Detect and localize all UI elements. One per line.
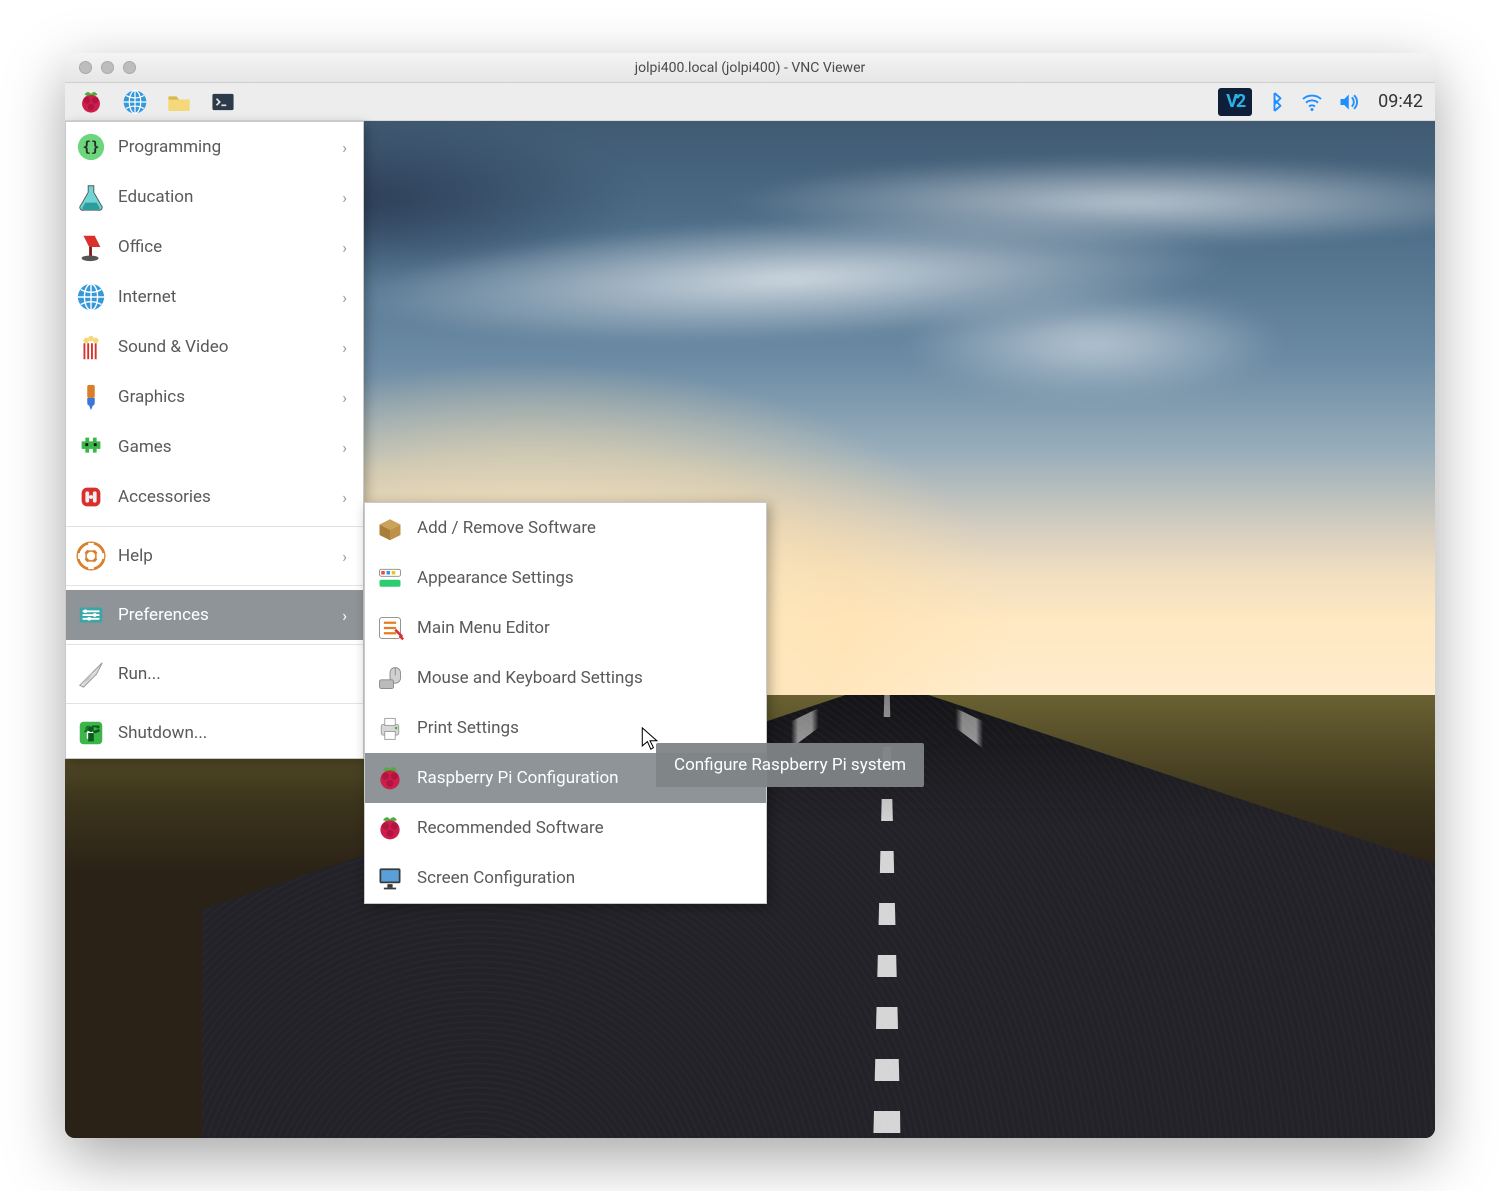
run-icon [74, 657, 108, 691]
chevron-right-icon: › [342, 188, 347, 207]
rpi-icon [373, 811, 407, 845]
menu-education[interactable]: Education › [66, 172, 363, 222]
help-icon [74, 539, 108, 573]
minimize-button[interactable] [101, 61, 114, 74]
taskbar: V2 09:42 [65, 83, 1435, 121]
lamp-icon [74, 230, 108, 264]
box-icon [373, 511, 407, 545]
submenu-label: Appearance Settings [417, 568, 574, 588]
submenu-label: Mouse and Keyboard Settings [417, 668, 643, 688]
menu-run[interactable]: Run... [66, 649, 363, 699]
chevron-right-icon: › [342, 338, 347, 357]
chevron-right-icon: › [342, 388, 347, 407]
list-icon [373, 611, 407, 645]
menu-label: Run... [118, 664, 161, 684]
submenu-label: Raspberry Pi Configuration [417, 768, 619, 788]
submenu-screen-config[interactable]: Screen Configuration [365, 853, 766, 903]
palette-icon [373, 561, 407, 595]
bluetooth-tray-icon[interactable] [1264, 90, 1288, 114]
menu-separator [66, 526, 363, 527]
wifi-tray-icon[interactable] [1300, 90, 1324, 114]
chevron-right-icon: › [342, 438, 347, 457]
menu-label: Internet [118, 287, 176, 307]
vnc-server-tray-icon[interactable]: V2 [1218, 88, 1252, 116]
menu-office[interactable]: Office › [66, 222, 363, 272]
terminal-launcher[interactable] [203, 85, 243, 119]
main-menu: Programming › Education › Office › Inter… [65, 121, 364, 759]
vnc-window: jolpi400.local (jolpi400) - VNC Viewer [65, 53, 1435, 1138]
menu-preferences[interactable]: Preferences › [66, 590, 363, 640]
chevron-right-icon: › [342, 138, 347, 157]
menu-help[interactable]: Help › [66, 531, 363, 581]
knife-icon [74, 480, 108, 514]
menu-label: Programming [118, 137, 221, 157]
volume-tray-icon[interactable] [1336, 90, 1360, 114]
tooltip: Configure Raspberry Pi system [656, 743, 924, 787]
window-title: jolpi400.local (jolpi400) - VNC Viewer [65, 53, 1435, 83]
traffic-lights [79, 61, 136, 74]
submenu-label: Print Settings [417, 718, 519, 738]
menu-label: Education [118, 187, 193, 207]
globe-icon [74, 280, 108, 314]
code-icon [74, 130, 108, 164]
mouse-icon [373, 661, 407, 695]
menu-label: Accessories [118, 487, 211, 507]
brush-icon [74, 380, 108, 414]
menu-graphics[interactable]: Graphics › [66, 372, 363, 422]
submenu-mouse-keyboard[interactable]: Mouse and Keyboard Settings [365, 653, 766, 703]
menu-separator [66, 644, 363, 645]
remote-desktop[interactable]: V2 09:42 Programming › Education › Offic [65, 83, 1435, 1138]
submenu-label: Screen Configuration [417, 868, 575, 888]
menu-label: Sound & Video [118, 337, 228, 357]
shutdown-icon [74, 716, 108, 750]
submenu-main-menu-editor[interactable]: Main Menu Editor [365, 603, 766, 653]
preferences-icon [74, 598, 108, 632]
menu-shutdown[interactable]: Shutdown... [66, 708, 363, 758]
panel-clock[interactable]: 09:42 [1378, 91, 1423, 112]
menu-separator [66, 585, 363, 586]
submenu-label: Main Menu Editor [417, 618, 550, 638]
invader-icon [74, 430, 108, 464]
menu-games[interactable]: Games › [66, 422, 363, 472]
menu-label: Preferences [118, 605, 209, 625]
mac-titlebar[interactable]: jolpi400.local (jolpi400) - VNC Viewer [65, 53, 1435, 83]
popcorn-icon [74, 330, 108, 364]
submenu-appearance-settings[interactable]: Appearance Settings [365, 553, 766, 603]
menu-separator [66, 703, 363, 704]
submenu-label: Add / Remove Software [417, 518, 596, 538]
menu-label: Help [118, 546, 153, 566]
menu-internet[interactable]: Internet › [66, 272, 363, 322]
menu-button[interactable] [71, 85, 111, 119]
chevron-right-icon: › [342, 547, 347, 566]
chevron-right-icon: › [342, 238, 347, 257]
menu-label: Graphics [118, 387, 185, 407]
monitor-icon [373, 861, 407, 895]
flask-icon [74, 180, 108, 214]
menu-label: Games [118, 437, 172, 457]
submenu-label: Recommended Software [417, 818, 604, 838]
preferences-submenu: Add / Remove Software Appearance Settings… [364, 502, 767, 904]
menu-sound-video[interactable]: Sound & Video › [66, 322, 363, 372]
menu-accessories[interactable]: Accessories › [66, 472, 363, 522]
close-button[interactable] [79, 61, 92, 74]
submenu-recommended-software[interactable]: Recommended Software [365, 803, 766, 853]
files-launcher[interactable] [159, 85, 199, 119]
menu-label: Office [118, 237, 162, 257]
menu-label: Shutdown... [118, 723, 207, 743]
chevron-right-icon: › [342, 488, 347, 507]
submenu-add-remove-software[interactable]: Add / Remove Software [365, 503, 766, 553]
browser-launcher[interactable] [115, 85, 155, 119]
chevron-right-icon: › [342, 288, 347, 307]
zoom-button[interactable] [123, 61, 136, 74]
chevron-right-icon: › [342, 606, 347, 625]
printer-icon [373, 711, 407, 745]
rpi-icon [373, 761, 407, 795]
menu-programming[interactable]: Programming › [66, 122, 363, 172]
